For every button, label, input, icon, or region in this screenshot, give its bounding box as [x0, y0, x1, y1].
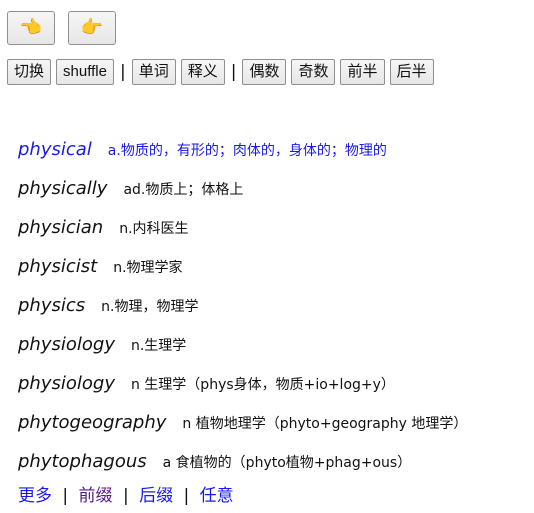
- word-row[interactable]: physicist n.物理学家: [18, 247, 467, 286]
- toolbar-separator: |: [119, 62, 126, 82]
- word-term: physiology: [18, 334, 115, 355]
- prev-button[interactable]: 👈: [7, 11, 55, 45]
- word-row[interactable]: physiology n.生理学: [18, 325, 467, 364]
- word-row[interactable]: physiology n 生理学（phys身体，物质+io+log+y）: [18, 364, 467, 403]
- word-term: physiology: [18, 373, 115, 394]
- suffix-link[interactable]: 后缀: [139, 486, 173, 506]
- word-meaning: n.物理学家: [113, 259, 183, 276]
- word-term: physical: [18, 139, 92, 160]
- point-left-icon: 👈: [19, 17, 43, 38]
- page: 👈 👉 切换 shuffle | 单词 释义 | 偶数 奇数 前半 后半 phy…: [0, 0, 534, 513]
- second-half-button[interactable]: 后半: [389, 59, 434, 85]
- shuffle-button[interactable]: shuffle: [56, 59, 114, 85]
- first-half-button[interactable]: 前半: [340, 59, 385, 85]
- word-term: physicist: [18, 256, 98, 277]
- word-row[interactable]: physician n.内科医生: [18, 208, 467, 247]
- word-term: phytophagous: [18, 451, 147, 472]
- word-list: physical a.物质的，有形的；肉体的，身体的；物理的 physicall…: [18, 130, 467, 481]
- word-meaning: n 生理学（phys身体，物质+io+log+y）: [130, 376, 395, 393]
- toolbar-separator: |: [230, 62, 237, 82]
- word-meaning: a.物质的，有形的；肉体的，身体的；物理的: [107, 142, 387, 159]
- footer-separator: |: [122, 486, 129, 506]
- word-meaning: n.生理学: [130, 337, 187, 354]
- word-term: physics: [18, 295, 86, 316]
- nav-row: 👈 👉: [7, 11, 116, 45]
- word-term: phytogeography: [18, 412, 167, 433]
- footer-separator: |: [183, 486, 190, 506]
- meaning-button[interactable]: 释义: [180, 59, 225, 85]
- word-meaning: ad.物质上；体格上: [123, 181, 244, 198]
- footer-separator: |: [62, 486, 69, 506]
- switch-button[interactable]: 切换: [7, 59, 52, 85]
- word-meaning: a 食植物的（phyto植物+phag+ous）: [162, 454, 412, 471]
- point-right-icon: 👉: [80, 17, 104, 38]
- word-meaning: n 植物地理学（phyto+geography 地理学）: [182, 415, 468, 432]
- word-meaning: n.内科医生: [119, 220, 189, 237]
- random-link[interactable]: 任意: [200, 486, 234, 506]
- next-button[interactable]: 👉: [68, 11, 116, 45]
- more-link[interactable]: 更多: [18, 486, 52, 506]
- toolbar: 切换 shuffle | 单词 释义 | 偶数 奇数 前半 后半: [7, 59, 434, 85]
- word-term: physically: [18, 178, 108, 199]
- word-row[interactable]: physically ad.物质上；体格上: [18, 169, 467, 208]
- footer-links: 更多 | 前缀 | 后缀 | 任意: [18, 481, 234, 506]
- word-button[interactable]: 单词: [131, 59, 176, 85]
- odd-button[interactable]: 奇数: [291, 59, 336, 85]
- word-row[interactable]: physical a.物质的，有形的；肉体的，身体的；物理的: [18, 130, 467, 169]
- even-button[interactable]: 偶数: [242, 59, 287, 85]
- word-row[interactable]: phytophagous a 食植物的（phyto植物+phag+ous）: [18, 442, 467, 481]
- word-term: physician: [18, 217, 104, 238]
- prefix-link[interactable]: 前缀: [79, 486, 113, 506]
- word-row[interactable]: phytogeography n 植物地理学（phyto+geography 地…: [18, 403, 467, 442]
- word-meaning: n.物理，物理学: [101, 298, 199, 315]
- word-row[interactable]: physics n.物理，物理学: [18, 286, 467, 325]
